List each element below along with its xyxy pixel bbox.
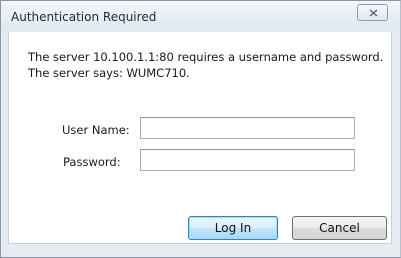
- server-message: The server 10.100.1.1:80 requires a user…: [28, 50, 384, 64]
- auth-dialog: Authentication Required The server 10.10…: [0, 0, 401, 258]
- password-field[interactable]: [140, 149, 355, 171]
- cancel-button[interactable]: Cancel: [292, 216, 387, 240]
- username-label: User Name:: [62, 123, 130, 137]
- dialog-title: Authentication Required: [11, 10, 157, 24]
- dialog-body: The server 10.100.1.1:80 requires a user…: [8, 32, 392, 244]
- close-icon: [369, 9, 378, 17]
- login-button[interactable]: Log In: [188, 216, 278, 240]
- close-button[interactable]: [357, 4, 388, 21]
- password-label: Password:: [63, 155, 121, 169]
- server-says-message: The server says: WUMC710.: [28, 66, 190, 80]
- username-field[interactable]: [140, 117, 355, 139]
- title-bar[interactable]: Authentication Required: [1, 1, 400, 31]
